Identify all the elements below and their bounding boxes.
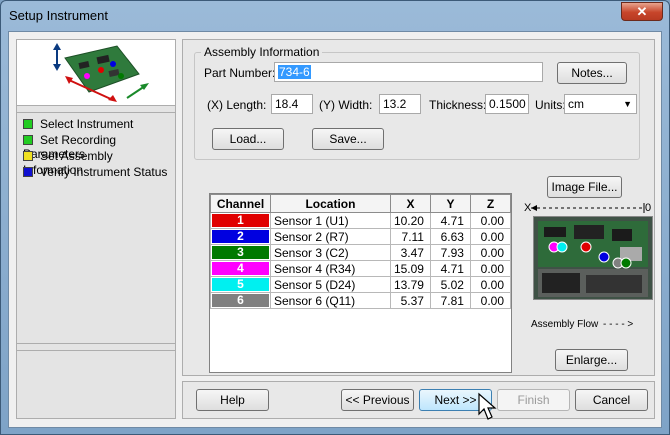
z-cell[interactable]: 0.00	[469, 228, 512, 245]
y-cell[interactable]: 7.93	[429, 244, 471, 261]
x-cell[interactable]: 3.47	[389, 244, 431, 261]
y-cell[interactable]: 5.02	[429, 276, 471, 293]
thickness-input[interactable]: 0.1500	[485, 94, 529, 114]
footer-bar: Help << Previous Next >> Finish Cancel	[182, 381, 655, 419]
table-row[interactable]: 6 Sensor 6 (Q11) 5.37 7.81 0.00	[210, 292, 512, 309]
save-button[interactable]: Save...	[312, 128, 384, 150]
location-cell[interactable]: Sensor 6 (Q11)	[269, 292, 391, 309]
part-number-label: Part Number:	[204, 66, 276, 80]
length-input[interactable]: 18.4	[271, 94, 313, 114]
column-header[interactable]: Z	[469, 194, 512, 213]
pcb-board-icon	[53, 43, 149, 102]
assembly-flow-label: Assembly Flow	[531, 319, 599, 330]
column-header[interactable]: Channel	[210, 194, 271, 213]
x-cell[interactable]: 15.09	[389, 260, 431, 277]
notes-button[interactable]: Notes...	[557, 62, 627, 84]
setup-instrument-window: Setup Instrument ✕ Select Instrument Set…	[0, 0, 670, 435]
y-cell[interactable]: 4.71	[429, 260, 471, 277]
image-file-button[interactable]: Image File...	[547, 176, 622, 198]
channel-cell: 5	[210, 276, 271, 293]
table-row[interactable]: 5 Sensor 5 (D24) 13.79 5.02 0.00	[210, 276, 512, 293]
channel-cell: 6	[210, 292, 271, 309]
x-cell[interactable]: 5.37	[389, 292, 431, 309]
step-status-swatch	[23, 151, 33, 161]
location-cell[interactable]: Sensor 3 (C2)	[269, 244, 391, 261]
mouse-cursor-icon	[478, 392, 497, 420]
board-photo-icon	[534, 217, 652, 299]
location-cell[interactable]: Sensor 4 (R34)	[269, 260, 391, 277]
length-label: (X) Length:	[207, 98, 267, 112]
table-row[interactable]: 1 Sensor 1 (U1) 10.20 4.71 0.00	[210, 212, 512, 229]
units-label: Units:	[535, 98, 566, 112]
assembly-flow-arrow: - - - - >	[603, 319, 634, 330]
sidebar-info-panel	[17, 350, 175, 418]
location-cell[interactable]: Sensor 2 (R7)	[269, 228, 391, 245]
cancel-button[interactable]: Cancel	[575, 389, 648, 411]
sensor-grid: Channel Location X Y Z 1 Sensor 1 (U1) 1…	[210, 194, 512, 309]
units-dropdown[interactable]: cm ▼	[564, 94, 637, 114]
step-set-assembly-information: Set Assembly Information	[23, 149, 113, 177]
column-header[interactable]: X	[389, 194, 431, 213]
help-button[interactable]: Help	[196, 389, 269, 411]
axis-zero-label: 0	[645, 202, 652, 214]
close-icon[interactable]: ✕	[621, 2, 663, 21]
width-label: (Y) Width:	[319, 98, 373, 112]
channel-cell: 3	[210, 244, 271, 261]
column-header[interactable]: Location	[269, 194, 391, 213]
column-header[interactable]: Y	[429, 194, 471, 213]
y-cell[interactable]: 4.71	[429, 212, 471, 229]
step-select-instrument: Select Instrument	[23, 117, 133, 133]
window-title: Setup Instrument	[9, 8, 108, 23]
z-cell[interactable]: 0.00	[469, 244, 512, 261]
step-status-swatch	[23, 167, 33, 177]
location-cell[interactable]: Sensor 5 (D24)	[269, 276, 391, 293]
channel-cell: 2	[210, 228, 271, 245]
z-cell[interactable]: 0.00	[469, 292, 512, 309]
channel-cell: 4	[210, 260, 271, 277]
thickness-label: Thickness:	[429, 98, 487, 112]
z-cell[interactable]: 0.00	[469, 260, 512, 277]
sensor-table: Channel Location X Y Z 1 Sensor 1 (U1) 1…	[209, 193, 512, 373]
width-input[interactable]: 13.2	[379, 94, 421, 114]
table-row[interactable]: 2 Sensor 2 (R7) 7.11 6.63 0.00	[210, 228, 512, 245]
part-number-input[interactable]: 734-6	[274, 62, 543, 82]
chevron-down-icon: ▼	[623, 99, 632, 109]
x-cell[interactable]: 10.20	[389, 212, 431, 229]
title-bar[interactable]: Setup Instrument ✕	[1, 1, 669, 29]
wizard-sidebar: Select Instrument Set Recording Paramete…	[16, 39, 176, 419]
channel-cell: 1	[210, 212, 271, 229]
load-button[interactable]: Load...	[212, 128, 284, 150]
step-status-swatch	[23, 135, 33, 145]
table-row[interactable]: 4 Sensor 4 (R34) 15.09 4.71 0.00	[210, 260, 512, 277]
previous-button[interactable]: << Previous	[341, 389, 414, 411]
assembly-image[interactable]	[533, 216, 653, 300]
step-verify-instrument-status: Verify Instrument Status	[23, 165, 167, 181]
z-cell[interactable]: 0.00	[469, 276, 512, 293]
location-cell[interactable]: Sensor 1 (U1)	[269, 212, 391, 229]
step-status-swatch	[23, 119, 33, 129]
instrument-image	[17, 40, 175, 106]
finish-button[interactable]: Finish	[497, 389, 570, 411]
dialog-client: Select Instrument Set Recording Paramete…	[8, 31, 662, 428]
main-panel: Assembly Information Part Number: 734-6 …	[182, 39, 655, 376]
step-set-recording-parameters: Set Recording Parameters	[23, 133, 117, 161]
y-cell[interactable]: 7.81	[429, 292, 471, 309]
table-header-row: Channel Location X Y Z	[210, 194, 512, 213]
x-cell[interactable]: 13.79	[389, 276, 431, 293]
z-cell[interactable]: 0.00	[469, 212, 512, 229]
y-cell[interactable]: 6.63	[429, 228, 471, 245]
group-legend: Assembly Information	[201, 45, 323, 59]
wizard-steps: Select Instrument Set Recording Paramete…	[17, 112, 175, 344]
table-row[interactable]: 3 Sensor 3 (C2) 3.47 7.93 0.00	[210, 244, 512, 261]
assembly-information-group: Assembly Information Part Number: 734-6 …	[194, 45, 640, 160]
x-cell[interactable]: 7.11	[389, 228, 431, 245]
enlarge-button[interactable]: Enlarge...	[555, 349, 628, 371]
axis-arrow-icon	[531, 203, 645, 213]
